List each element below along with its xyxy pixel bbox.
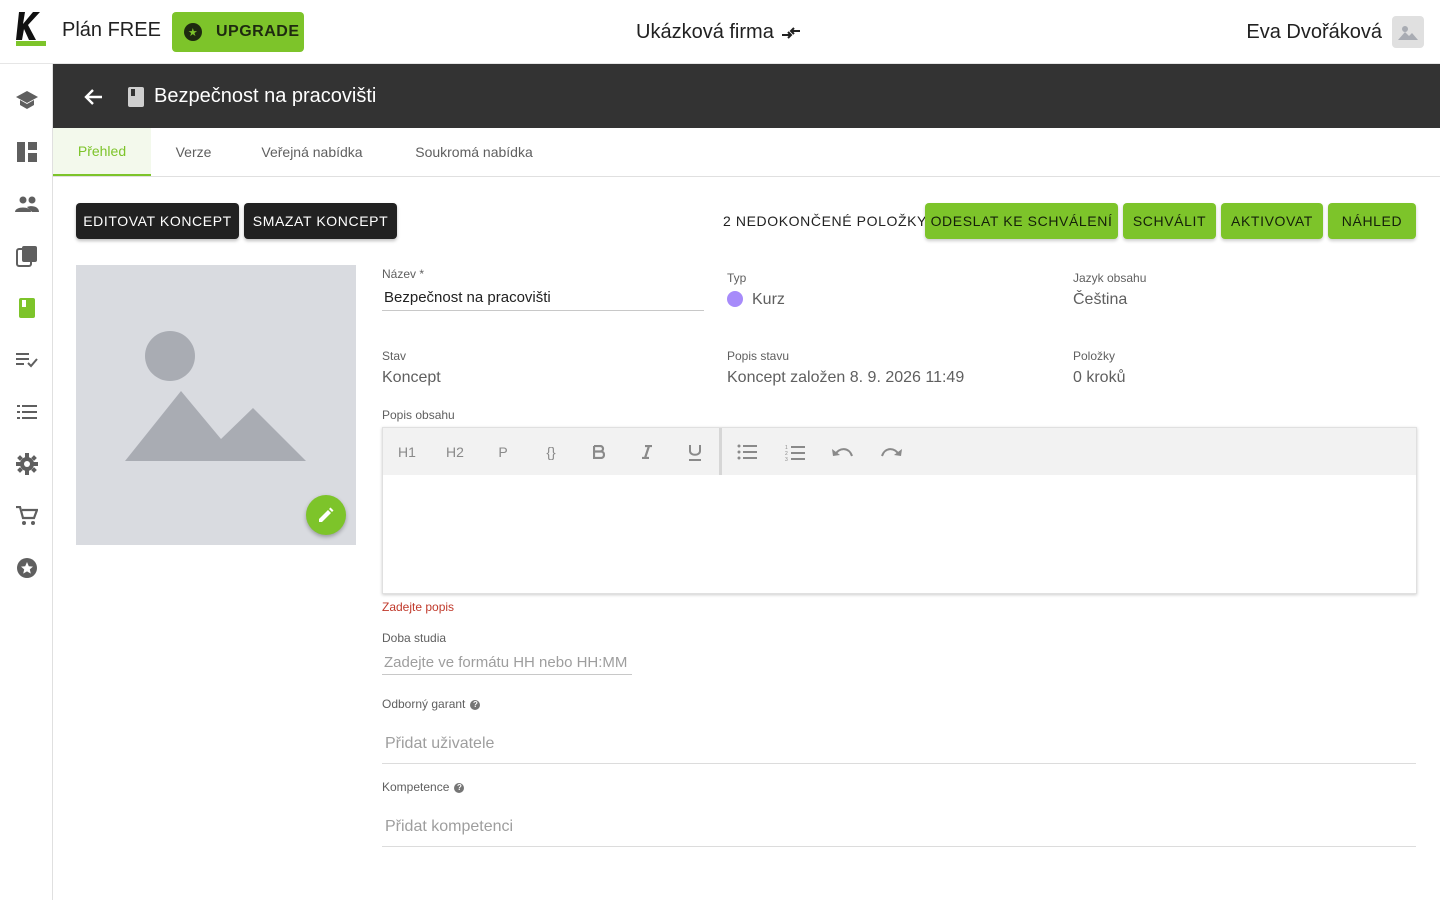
sidebar-item-people[interactable] [14, 191, 40, 217]
tab-bar: Přehled Verze Veřejná nabídka Soukromá n… [53, 128, 1440, 177]
tab-private-offer[interactable]: Soukromá nabídka [388, 128, 560, 176]
duration-input[interactable] [382, 650, 632, 675]
sidebar-item-list[interactable] [14, 399, 40, 425]
book-icon [128, 87, 144, 107]
guarantor-label: Odborný garant? [382, 697, 481, 711]
rich-text-editor[interactable]: H1 H2 P {} 123 [382, 427, 1417, 594]
upgrade-button[interactable]: ★ UPGRADE [172, 12, 304, 52]
sidebar-item-shop[interactable] [14, 503, 40, 529]
sidebar-item-settings[interactable] [14, 451, 40, 477]
paragraph-button[interactable]: P [489, 439, 517, 465]
guarantor-label-text: Odborný garant [382, 697, 466, 711]
items-label: Položky [1073, 349, 1116, 363]
book-icon [19, 298, 35, 318]
underline-button[interactable] [681, 439, 709, 465]
code-button[interactable]: {} [537, 439, 565, 465]
swap-icon [781, 26, 800, 39]
tab-public-offer[interactable]: Veřejná nabídka [236, 128, 388, 176]
checklist-icon [16, 353, 38, 368]
library-icon [16, 246, 37, 267]
description-label: Popis obsahu [382, 408, 455, 422]
undo-button[interactable] [829, 439, 857, 465]
upgrade-label: UPGRADE [216, 23, 300, 40]
company-switcher[interactable]: Ukázková firma [636, 21, 802, 44]
name-label: Název * [382, 267, 425, 281]
state-value: Koncept [382, 369, 441, 386]
bullet-list-button[interactable] [733, 439, 761, 465]
bold-icon [593, 445, 605, 459]
star-icon: ★ [184, 23, 202, 41]
tab-overview[interactable]: Přehled [53, 128, 151, 176]
type-color-dot [727, 291, 743, 307]
name-input[interactable] [382, 285, 704, 311]
sidebar-item-premium[interactable] [14, 555, 40, 581]
help-icon[interactable]: ? [454, 782, 465, 793]
bold-button[interactable] [585, 439, 613, 465]
competence-label: Kompetence? [382, 780, 465, 794]
type-value: Kurz [752, 291, 785, 308]
toolbar-divider [719, 428, 722, 475]
company-name: Ukázková firma [636, 21, 774, 43]
help-icon[interactable]: ? [470, 699, 481, 710]
editor-toolbar: H1 H2 P {} 123 [383, 428, 1416, 475]
bullet-list-icon [737, 444, 757, 460]
approve-button[interactable]: SCHVÁLIT [1123, 203, 1216, 239]
pencil-icon [319, 507, 334, 522]
state-description-value: Koncept založen 8. 9. 2026 11:49 [727, 369, 965, 386]
image-placeholder-icon [1398, 26, 1418, 40]
cart-icon [16, 506, 38, 525]
state-description-label: Popis stavu [727, 349, 790, 363]
star-icon [17, 558, 37, 578]
sidebar-item-dashboard[interactable] [14, 139, 40, 165]
app-logo[interactable] [16, 12, 46, 46]
top-bar: Plán FREE ★ UPGRADE Ukázková firma Eva D… [0, 0, 1440, 64]
sidebar-item-content[interactable] [14, 295, 40, 321]
duration-label: Doba studia [382, 631, 447, 645]
pending-items-count[interactable]: 2 NEDOKONČENÉ POLOŽKY [723, 213, 927, 229]
svg-text:3: 3 [785, 457, 788, 461]
description-error: Zadejte popis [382, 600, 455, 614]
language-value: Čeština [1073, 291, 1128, 308]
school-icon [16, 91, 38, 109]
delete-draft-button[interactable]: SMAZAT KONCEPT [244, 203, 397, 239]
submit-for-approval-button[interactable]: ODESLAT KE SCHVÁLENÍ [925, 203, 1118, 239]
h1-button[interactable]: H1 [393, 439, 421, 465]
redo-button[interactable] [877, 439, 905, 465]
edit-image-button[interactable] [306, 495, 346, 535]
tab-versions[interactable]: Verze [151, 128, 236, 176]
numbered-list-button[interactable]: 123 [781, 439, 809, 465]
sidebar-item-library[interactable] [14, 243, 40, 269]
sidebar-item-checklist[interactable] [14, 347, 40, 373]
sidebar [0, 64, 53, 900]
underline-icon [689, 444, 701, 461]
people-icon [15, 196, 39, 212]
redo-icon [881, 448, 902, 457]
h2-button[interactable]: H2 [441, 439, 469, 465]
competence-label-text: Kompetence [382, 780, 450, 794]
plan-label: Plán FREE [62, 19, 161, 41]
page-title: Bezpečnost na pracovišti [154, 85, 377, 107]
avatar[interactable] [1392, 16, 1424, 48]
user-name[interactable]: Eva Dvořáková [1246, 21, 1382, 44]
activate-button[interactable]: AKTIVOVAT [1221, 203, 1323, 239]
language-label: Jazyk obsahu [1073, 271, 1147, 285]
numbered-list-icon: 123 [785, 445, 805, 461]
sidebar-item-courses[interactable] [14, 87, 40, 113]
undo-icon [832, 448, 853, 457]
state-label: Stav [382, 349, 407, 363]
preview-button[interactable]: NÁHLED [1328, 203, 1416, 239]
dashboard-icon [17, 142, 37, 162]
competence-input[interactable] [382, 807, 1416, 847]
gear-icon [16, 453, 38, 475]
items-value: 0 kroků [1073, 369, 1126, 386]
type-label: Typ [727, 271, 747, 285]
italic-button[interactable] [633, 439, 661, 465]
guarantor-input[interactable] [382, 724, 1416, 764]
list-icon [17, 405, 37, 419]
edit-draft-button[interactable]: EDITOVAT KONCEPT [76, 203, 239, 239]
italic-icon [642, 445, 652, 459]
back-arrow-icon[interactable] [81, 84, 107, 110]
page-header: Bezpečnost na pracovišti [53, 64, 1440, 128]
